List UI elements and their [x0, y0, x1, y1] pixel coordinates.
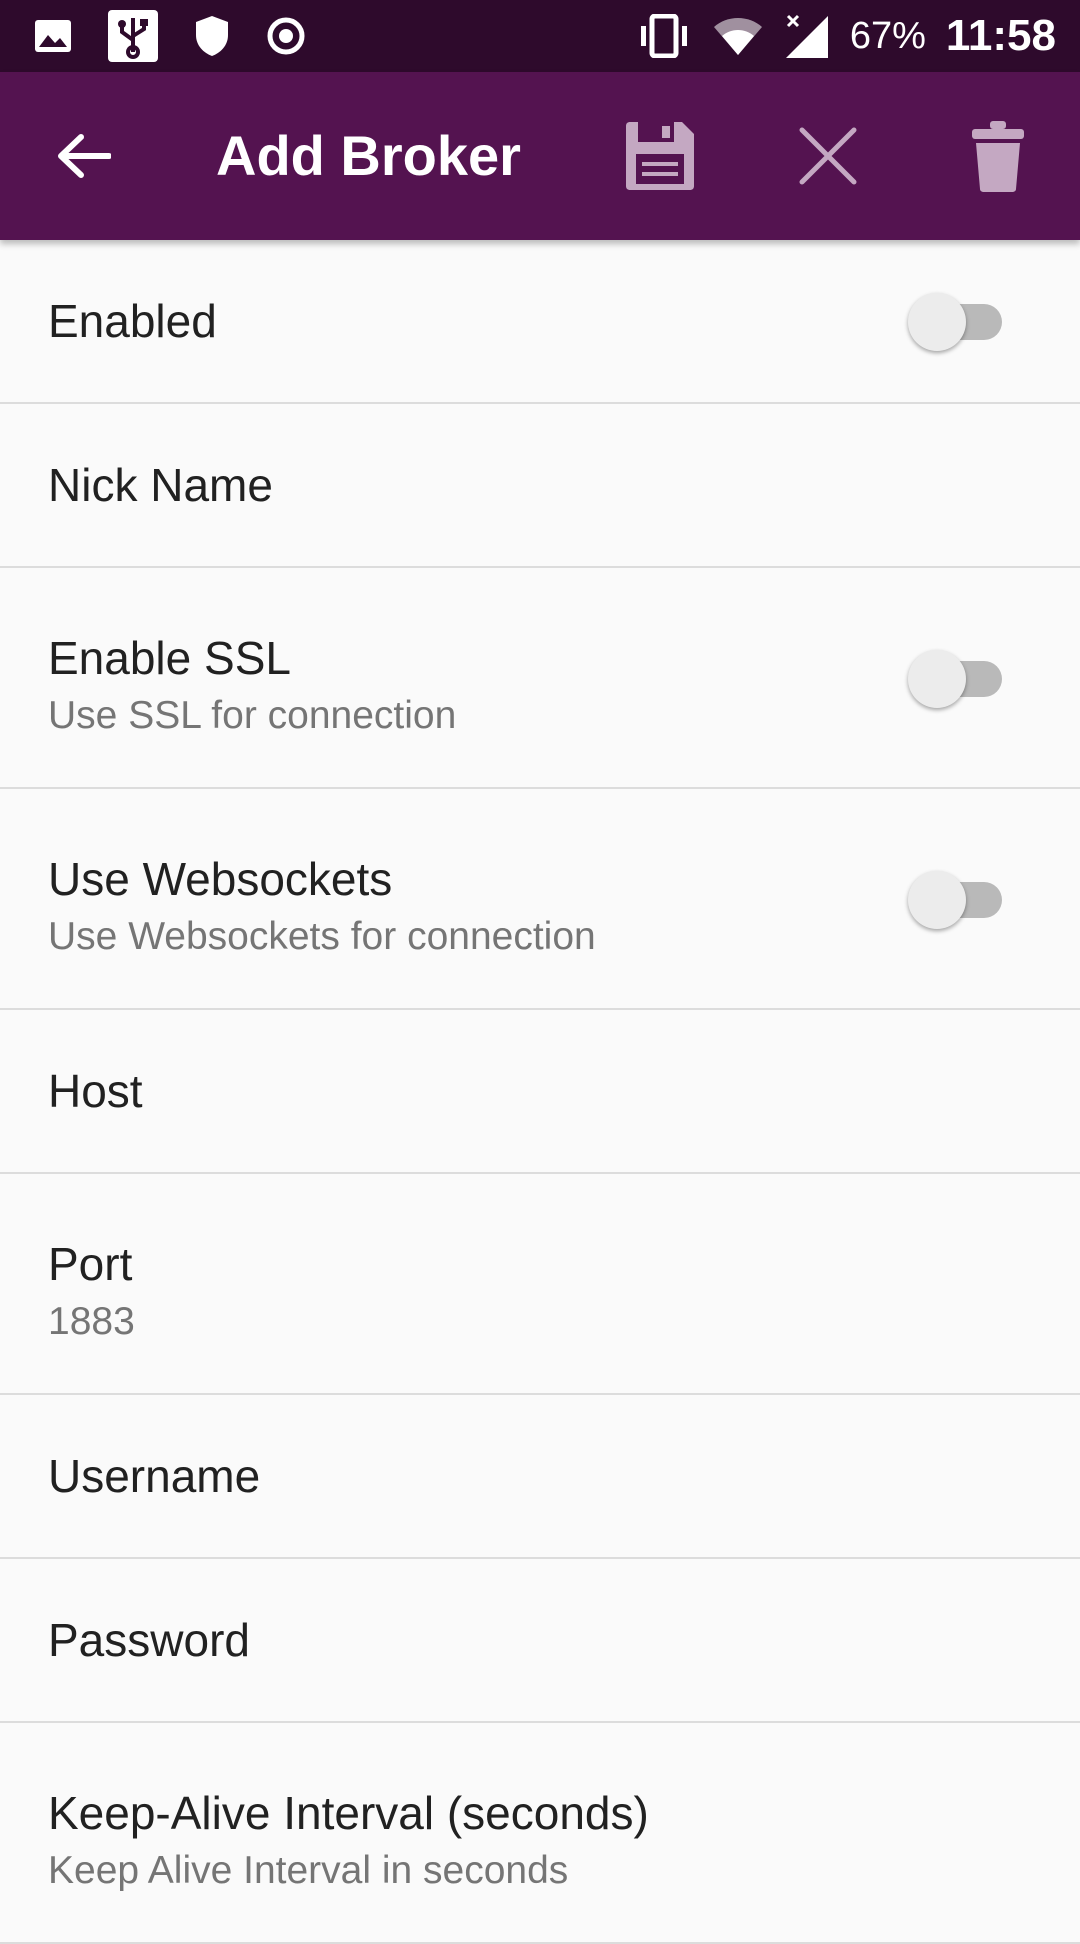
setting-summary: Use Websockets for connection [48, 915, 596, 958]
signal-icon [784, 12, 830, 60]
setting-title: Enabled [48, 295, 217, 347]
settings-list: Enabled Nick Name Enable SSL Use SSL for… [0, 240, 1080, 1944]
enable-ssl-toggle[interactable] [908, 650, 1002, 708]
record-icon [266, 16, 306, 56]
enabled-toggle[interactable] [908, 293, 1002, 351]
delete-icon[interactable] [958, 116, 1038, 196]
setting-title: Keep-Alive Interval (seconds) [48, 1787, 649, 1839]
battery-percentage: 67% [849, 14, 926, 57]
setting-title: Use Websockets [48, 853, 393, 905]
use-websockets-toggle[interactable] [908, 871, 1002, 929]
status-bar-left [34, 10, 342, 62]
wifi-icon [712, 15, 764, 57]
setting-password[interactable]: Password [0, 1559, 1080, 1723]
setting-summary: 1883 [48, 1300, 135, 1343]
save-icon[interactable] [620, 116, 700, 196]
setting-nick-name[interactable]: Nick Name [0, 404, 1080, 568]
setting-title: Port [48, 1238, 133, 1290]
app-toolbar: Add Broker [0, 72, 1080, 240]
clock: 11:58 [945, 11, 1056, 60]
setting-summary: Keep Alive Interval in seconds [48, 1849, 569, 1892]
setting-summary: Use SSL for connection [48, 694, 457, 737]
close-icon[interactable] [788, 116, 868, 196]
shield-icon [194, 15, 230, 57]
setting-enable-ssl[interactable]: Enable SSL Use SSL for connection [0, 568, 1080, 789]
back-arrow-icon[interactable] [54, 126, 114, 186]
page-title: Add Broker [216, 124, 521, 187]
setting-use-websockets[interactable]: Use Websockets Use Websockets for connec… [0, 789, 1080, 1010]
image-icon [34, 19, 72, 53]
toggle-thumb [908, 871, 966, 929]
status-bar: 67% 11:58 [0, 0, 1080, 72]
setting-keep-alive-interval[interactable]: Keep-Alive Interval (seconds) Keep Alive… [0, 1723, 1080, 1944]
setting-title: Enable SSL [48, 632, 291, 684]
usb-icon [108, 10, 158, 62]
setting-host[interactable]: Host [0, 1010, 1080, 1174]
vibrate-icon [636, 14, 692, 58]
status-bar-right: 67% 11:58 [616, 11, 1056, 61]
setting-title: Username [48, 1450, 261, 1502]
setting-username[interactable]: Username [0, 1395, 1080, 1559]
toggle-thumb [908, 293, 966, 351]
setting-title: Host [48, 1065, 143, 1117]
setting-port[interactable]: Port 1883 [0, 1174, 1080, 1395]
setting-title: Nick Name [48, 459, 273, 511]
setting-enabled[interactable]: Enabled [0, 240, 1080, 404]
toggle-thumb [908, 650, 966, 708]
setting-title: Password [48, 1614, 250, 1666]
